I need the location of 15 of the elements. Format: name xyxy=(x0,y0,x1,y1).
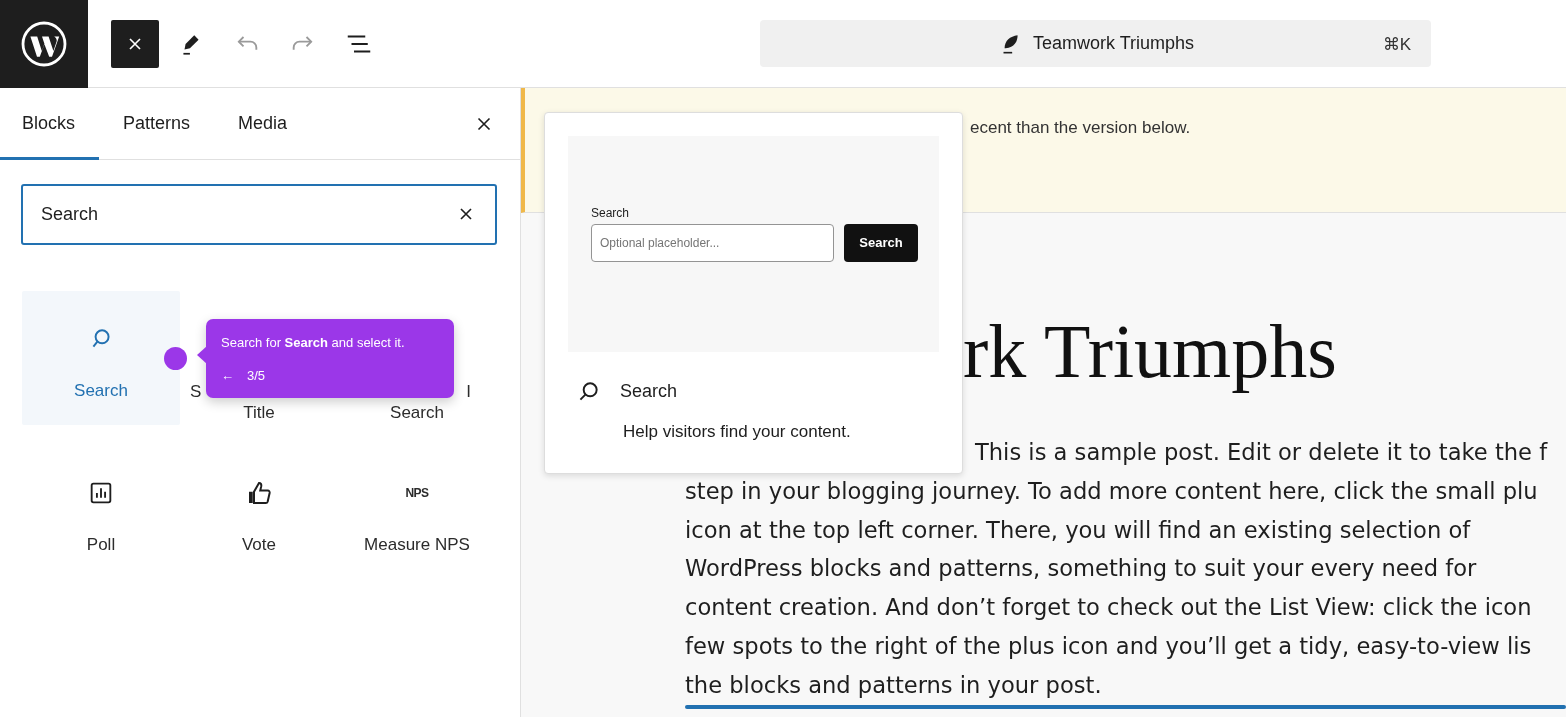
paragraph-line: This is a sample post. Edit or delete it to take the f xyxy=(975,438,1549,467)
paragraph-line: icon at the top left corner. There, you will find an existing selection of xyxy=(685,515,1472,545)
paragraph-line: content creation. And don’t forget to check out the List View: click the icon xyxy=(685,593,1533,623)
field-label: Search xyxy=(591,205,631,222)
paragraph-line: WordPress blocks and patterns, something to suit your every need for xyxy=(685,554,1478,584)
block-title: Search xyxy=(620,380,678,403)
nps-icon: NPS xyxy=(405,484,429,502)
block-description: Help visitors find your content. xyxy=(623,421,852,443)
paragraph-line: few spots to the right of the plus icon and you’ll get a tidy, easy-to-view lis xyxy=(685,632,1533,661)
step-counter: 3/5 xyxy=(247,366,266,385)
notice-text: ecent than the version below. xyxy=(970,118,1191,137)
paragraph-line: step in your blogging journey. To add more content here, click the small plu xyxy=(685,476,1539,506)
tooltip-text: Search for Search and select it. xyxy=(221,334,406,352)
keyboard-shortcut: ⌘K xyxy=(1382,34,1411,56)
paragraph-line: the blocks and patterns in your post. xyxy=(685,670,1103,700)
